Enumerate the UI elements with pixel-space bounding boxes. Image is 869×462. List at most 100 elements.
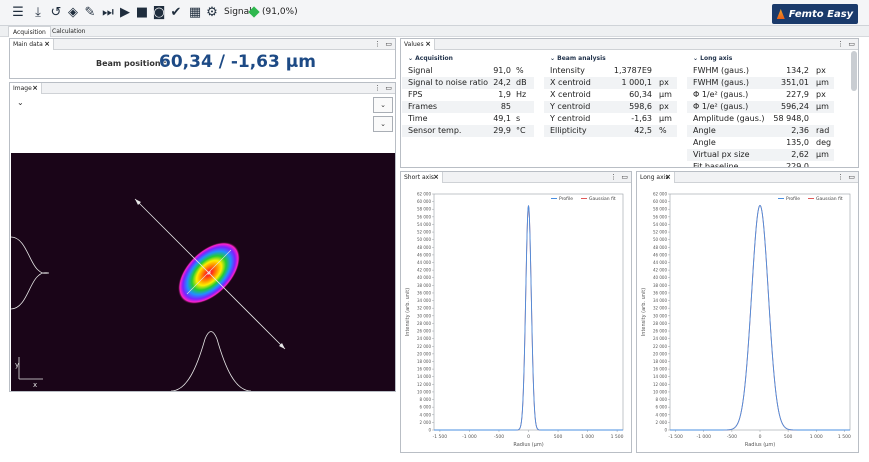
section-long-axis-title[interactable]: ⌄ Long axis	[693, 55, 732, 62]
y-tick-label: 56 000	[417, 214, 431, 219]
y-tick-label: 14 000	[417, 374, 431, 379]
play-icon[interactable]: ▶	[117, 5, 133, 21]
y-tick-label: 28 000	[417, 321, 431, 326]
x-tick-label: -500	[727, 434, 737, 440]
section-acquisition-title[interactable]: ⌄ Acquisition	[408, 55, 453, 62]
maximize-icon[interactable]: ▭	[848, 173, 855, 182]
gear-icon[interactable]: ⚙	[204, 5, 220, 21]
section-title-text: Acquisition	[415, 55, 453, 62]
y-tick-label: 38 000	[653, 283, 667, 288]
tab-acquisition[interactable]: Acquisition	[8, 26, 51, 37]
y-tick-label: 56 000	[653, 214, 667, 219]
row-unit: rad	[816, 126, 830, 135]
tab-label: Short axis	[404, 174, 435, 181]
tab-short-axis[interactable]: Short axis ×	[401, 172, 443, 183]
row-value: 2,62	[791, 150, 809, 159]
row-unit: µm	[659, 90, 672, 99]
panel-header: Image × ⋮ ▭	[10, 83, 395, 94]
section-beam-title[interactable]: ⌄ Beam analysis	[550, 55, 606, 62]
y-tick-label: 0	[664, 428, 667, 433]
grid-icon[interactable]: ▦	[187, 5, 203, 21]
chevron-down-icon[interactable]: ⌄	[17, 98, 24, 107]
y-tick-label: 50 000	[653, 237, 667, 242]
y-tick-label: 26 000	[653, 329, 667, 334]
maximize-icon[interactable]: ▭	[385, 40, 392, 49]
table-row: Virtual px size 2,62 µm	[687, 149, 834, 161]
view-select-button[interactable]: ⌄	[373, 97, 393, 113]
row-label: FWHM (gaus.)	[693, 66, 749, 75]
row-value: 134,2	[786, 66, 809, 75]
tab-calculation[interactable]: Calculation	[48, 26, 89, 37]
close-icon[interactable]: ×	[425, 39, 431, 50]
close-icon[interactable]: ×	[44, 39, 50, 50]
y-tick-label: 6 000	[420, 405, 432, 410]
menu-icon[interactable]: ☰	[10, 5, 26, 21]
table-row: FWHM (gaus.) 351,01 µm	[687, 77, 834, 89]
x-axis-label: Radius (µm)	[513, 442, 543, 448]
y-tick-label: 26 000	[417, 329, 431, 334]
y-tick-label: 44 000	[653, 260, 667, 265]
row-value: 227,9	[786, 90, 809, 99]
eraser-icon[interactable]: ✎	[82, 5, 98, 21]
legend-label: Gaussian fit	[816, 196, 843, 202]
more-icon[interactable]: ⋮	[837, 40, 844, 49]
row-label: X centroid	[550, 78, 591, 87]
table-row: Ellipticity 42,5%	[544, 125, 677, 137]
close-icon[interactable]: ×	[665, 172, 671, 183]
table-row: FWHM (gaus.) 134,2 px	[687, 65, 834, 77]
download-icon[interactable]: ⤓	[30, 5, 46, 21]
step-icon[interactable]: ⏭	[100, 5, 116, 21]
x-tick-label: 0	[759, 434, 762, 440]
row-value: 85	[500, 102, 511, 111]
y-tick-label: 48 000	[417, 245, 431, 250]
row-unit: µm	[659, 114, 672, 123]
y-tick-label: 8 000	[656, 397, 668, 402]
palette-select-button[interactable]: ⌄	[373, 116, 393, 132]
y-tick-label: 58 000	[653, 207, 667, 212]
tag-icon[interactable]: ◈	[65, 5, 81, 21]
scrollbar[interactable]	[851, 51, 857, 91]
legend-label: Gaussian fit	[589, 196, 616, 202]
maximize-icon[interactable]: ▭	[848, 40, 855, 49]
y-tick-label: 30 000	[417, 313, 431, 318]
y-tick-label: 20 000	[417, 351, 431, 356]
row-label: Φ 1/e² (gaus.)	[693, 102, 749, 111]
row-label: Signal	[408, 66, 433, 75]
row-label: Signal to noise ratio	[408, 78, 488, 87]
close-icon[interactable]: ×	[433, 172, 439, 183]
tab-long-axis[interactable]: Long axis ×	[637, 172, 675, 183]
more-icon[interactable]: ⋮	[610, 173, 617, 182]
maximize-icon[interactable]: ▭	[385, 84, 392, 93]
row-value: 1 000,1	[621, 78, 652, 87]
thumbs-up-icon[interactable]: ✔	[168, 5, 184, 21]
row-value: -1,63	[631, 114, 652, 123]
tab-image[interactable]: Image ×	[10, 83, 42, 94]
x-tick-label: 1 000	[810, 434, 823, 440]
row-unit: %	[516, 66, 524, 75]
stop-icon[interactable]: ■	[134, 5, 150, 21]
table-row: Y centroid 598,6 px	[544, 101, 677, 113]
legend-label: Profile	[786, 196, 800, 202]
row-unit: deg	[816, 138, 832, 147]
more-icon[interactable]: ⋮	[374, 84, 381, 93]
row-label: Frames	[408, 102, 438, 111]
beam-image[interactable]: y x	[11, 153, 395, 391]
maximize-icon[interactable]: ▭	[621, 173, 628, 182]
table-row: X centroid 60,34 µm	[544, 89, 677, 101]
y-tick-label: 42 000	[417, 268, 431, 273]
y-tick-label: 20 000	[653, 351, 667, 356]
more-icon[interactable]: ⋮	[837, 173, 844, 182]
y-tick-label: 2 000	[656, 420, 668, 425]
row-value: 229,0	[786, 162, 809, 168]
close-icon[interactable]: ×	[32, 83, 38, 94]
more-icon[interactable]: ⋮	[374, 40, 381, 49]
panel-header: Values × ⋮ ▭	[401, 39, 858, 50]
table-row: Angle 135,0 deg	[687, 137, 834, 149]
row-label: FWHM (gaus.)	[693, 78, 749, 87]
restart-icon[interactable]: ↺	[48, 5, 64, 21]
tab-main-data[interactable]: Main data ×	[10, 39, 54, 50]
y-tick-label: 22 000	[417, 344, 431, 349]
camera-icon[interactable]: ◙	[151, 5, 167, 21]
tab-values[interactable]: Values ×	[401, 39, 435, 50]
y-tick-label: 46 000	[653, 252, 667, 257]
